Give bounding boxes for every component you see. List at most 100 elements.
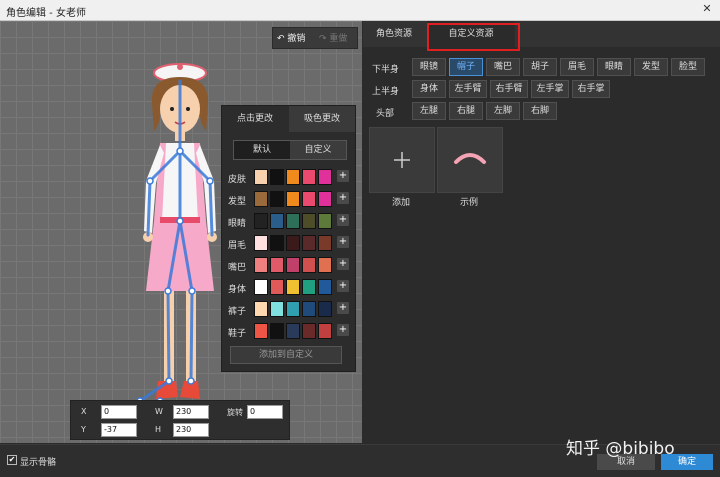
part-button[interactable]: 右腿 [449,102,483,120]
color-swatch[interactable] [302,323,316,339]
color-swatch[interactable] [286,235,300,251]
rotation-input[interactable]: 0 [247,405,283,419]
part-button[interactable]: 脸型 [671,58,705,76]
part-button[interactable]: 帽子 [449,58,483,76]
color-swatch[interactable] [318,213,332,229]
color-swatch[interactable] [302,235,316,251]
part-button[interactable]: 左手臂 [449,80,487,98]
color-swatch[interactable] [302,279,316,295]
color-swatch[interactable] [254,169,268,185]
part-button[interactable]: 右手臂 [490,80,528,98]
add-color-icon[interactable]: + [337,214,349,226]
w-input[interactable]: 230 [173,405,209,419]
color-swatch[interactable] [286,213,300,229]
close-icon[interactable]: ✕ [700,2,714,16]
color-swatch[interactable] [318,279,332,295]
color-swatch[interactable] [270,279,284,295]
color-swatch[interactable] [270,235,284,251]
part-button[interactable]: 右手掌 [572,80,610,98]
rotation-label: 旋转 [227,408,243,417]
color-swatch[interactable] [270,301,284,317]
add-color-icon[interactable]: + [337,192,349,204]
color-swatch[interactable] [254,323,268,339]
row-label-upper-body: 上半身 [372,87,400,97]
color-swatch[interactable] [318,169,332,185]
add-to-custom-button[interactable]: 添加到自定义 [230,346,342,364]
color-swatch[interactable] [254,213,268,229]
palette-default-button[interactable]: 默认 [234,141,290,159]
x-label: X [81,407,87,416]
palette-custom-button[interactable]: 自定义 [290,141,346,159]
y-input[interactable]: -37 [101,423,137,437]
color-row-label: 裤子 [228,307,247,317]
color-swatch[interactable] [286,191,300,207]
part-button[interactable]: 眼睛 [597,58,631,76]
color-swatch[interactable] [286,169,300,185]
add-color-icon[interactable]: + [337,170,349,182]
part-button[interactable]: 左腿 [412,102,446,120]
part-button[interactable]: 胡子 [523,58,557,76]
color-swatch[interactable] [318,257,332,273]
tab-character-resources[interactable]: 角色资源 [363,21,425,47]
color-swatch[interactable] [286,301,300,317]
add-color-icon[interactable]: + [337,324,349,336]
watermark: 知乎 @bibibo [566,439,675,459]
show-bones-checkbox[interactable]: ✔ [7,455,17,465]
palette-segment: 默认 自定义 [233,140,347,160]
part-button[interactable]: 嘴巴 [486,58,520,76]
add-color-icon[interactable]: + [337,302,349,314]
part-button[interactable]: 左手掌 [531,80,569,98]
color-swatch[interactable] [270,213,284,229]
add-color-icon[interactable]: + [337,236,349,248]
h-label: H [155,425,162,434]
character-canvas[interactable]: ↶ 撤销 ↷ 重做 点击更改 吸色更改 默认 自定义 皮肤 + 发型 + 眼睛 … [0,21,362,443]
color-row-label: 发型 [228,197,247,207]
color-swatch[interactable] [270,323,284,339]
color-swatch[interactable] [286,279,300,295]
part-button[interactable]: 右脚 [523,102,557,120]
color-swatch[interactable] [254,191,268,207]
color-swatch[interactable] [270,257,284,273]
color-panel: 点击更改 吸色更改 默认 自定义 皮肤 + 发型 + 眼睛 + 眉毛 + 嘴巴 + 身体 + 裤子 + 鞋子… [221,105,356,372]
color-row-label: 眉毛 [228,241,247,251]
color-swatch[interactable] [318,323,332,339]
add-color-icon[interactable]: + [337,280,349,292]
show-bones-label: 显示骨骼 [20,458,57,468]
color-swatch[interactable] [318,235,332,251]
color-swatch[interactable] [318,301,332,317]
example-resource-tile[interactable] [437,127,503,193]
color-swatch[interactable] [302,213,316,229]
part-button[interactable]: 左脚 [486,102,520,120]
color-swatch[interactable] [318,191,332,207]
color-swatch[interactable] [302,301,316,317]
part-button[interactable]: 身体 [412,80,446,98]
color-row-label: 身体 [228,285,247,295]
color-swatch[interactable] [254,301,268,317]
title-bar: 角色编辑 - 女老师 ✕ [0,0,720,21]
color-swatch[interactable] [270,169,284,185]
color-swatch[interactable] [302,191,316,207]
color-row-label: 皮肤 [228,175,247,185]
color-swatch[interactable] [286,257,300,273]
part-button[interactable]: 眉毛 [560,58,594,76]
color-row-label: 嘴巴 [228,263,247,273]
tab-click-change[interactable]: 点击更改 [222,106,288,132]
row-label-head: 头部 [376,109,395,119]
transform-panel: X 0 Y -37 W 230 H 230 旋转 0 [70,400,290,440]
h-input[interactable]: 230 [173,423,209,437]
x-input[interactable]: 0 [101,405,137,419]
add-color-icon[interactable]: + [337,258,349,270]
color-mode-tabs: 点击更改 吸色更改 [222,106,355,132]
part-button[interactable]: 眼镜 [412,58,446,76]
color-swatch[interactable] [254,257,268,273]
custom-resources-highlight [427,23,520,51]
color-swatch[interactable] [302,169,316,185]
color-swatch[interactable] [270,191,284,207]
color-swatch[interactable] [254,279,268,295]
color-swatch[interactable] [254,235,268,251]
tab-eyedropper-change[interactable]: 吸色更改 [289,106,355,132]
color-swatch[interactable] [302,257,316,273]
part-button[interactable]: 发型 [634,58,668,76]
add-resource-tile[interactable] [369,127,435,193]
color-swatch[interactable] [286,323,300,339]
